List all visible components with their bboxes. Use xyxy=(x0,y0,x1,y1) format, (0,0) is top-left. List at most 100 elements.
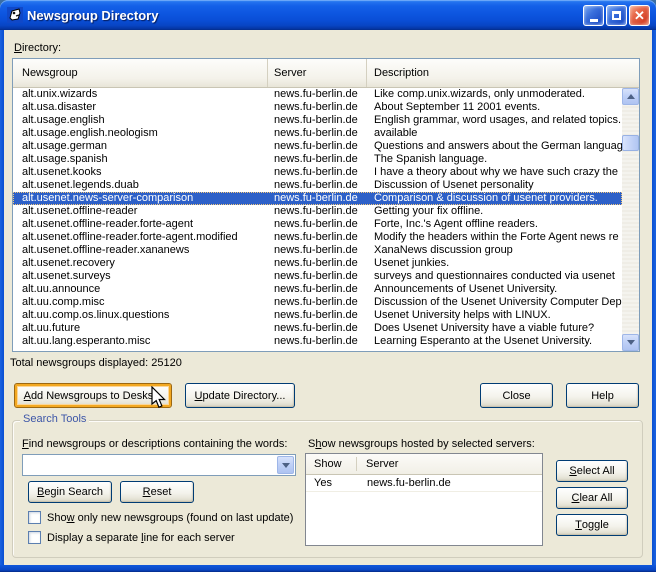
clear-all-button[interactable]: Clear All xyxy=(556,487,628,509)
column-header-description[interactable]: Description xyxy=(367,59,639,87)
newsgroup-directory-window: Newsgroup Directory ✕ Directory: Newsgro… xyxy=(0,0,656,572)
cell-server: news.fu-berlin.de xyxy=(274,101,358,113)
server-row[interactable]: Yes news.fu-berlin.de xyxy=(306,475,542,492)
column-header-show[interactable]: Show xyxy=(306,458,356,470)
cell-server: news.fu-berlin.de xyxy=(274,270,358,282)
find-words-combobox[interactable] xyxy=(22,454,296,476)
cell-newsgroup: alt.usage.english xyxy=(22,114,105,126)
table-row[interactable]: alt.usenet.offline-reader.forte-agent ne… xyxy=(13,218,622,231)
cell-server: news.fu-berlin.de xyxy=(274,257,358,269)
app-icon xyxy=(7,7,23,23)
cell-description: surveys and questionnaires conducted via… xyxy=(374,270,615,282)
minimize-icon xyxy=(589,18,598,22)
cell-newsgroup: alt.uu.announce xyxy=(22,283,101,295)
table-row[interactable]: alt.usage.english.neologism news.fu-berl… xyxy=(13,127,622,140)
table-row[interactable]: alt.usenet.offline-reader news.fu-berlin… xyxy=(13,205,622,218)
window-border-left xyxy=(0,30,4,572)
table-row[interactable]: alt.usage.german news.fu-berlin.de Quest… xyxy=(13,140,622,153)
total-newsgroups-label: Total newsgroups displayed: 25120 xyxy=(10,357,182,369)
cell-newsgroup: alt.usage.english.neologism xyxy=(22,127,158,139)
cell-server: news.fu-berlin.de xyxy=(274,218,358,230)
cell-description: XanaNews discussion group xyxy=(374,244,513,256)
scroll-up-button[interactable] xyxy=(622,88,639,105)
table-row[interactable]: alt.usenet.surveys news.fu-berlin.de sur… xyxy=(13,270,622,283)
table-row[interactable]: alt.usenet.offline-reader.forte-agent.mo… xyxy=(13,231,622,244)
scrollbar-thumb[interactable] xyxy=(622,135,639,151)
cell-newsgroup: alt.uu.future xyxy=(22,322,81,334)
table-row[interactable]: alt.usenet.offline-reader.xananews news.… xyxy=(13,244,622,257)
cell-server: news.fu-berlin.de xyxy=(274,166,358,178)
table-row[interactable]: alt.usenet.news-server-comparison news.f… xyxy=(13,192,622,205)
close-icon: ✕ xyxy=(634,8,645,23)
begin-search-button[interactable]: Begin Search xyxy=(28,481,112,503)
cell-server: news.fu-berlin.de xyxy=(274,231,358,243)
cell-newsgroup: alt.usenet.legends.duab xyxy=(22,179,139,191)
cell-description: Does Usenet University have a viable fut… xyxy=(374,322,595,334)
select-all-button[interactable]: Select All xyxy=(556,460,628,482)
cell-description: Comparison & discussion of usenet provid… xyxy=(374,192,598,204)
scroll-down-button[interactable] xyxy=(622,334,639,351)
cell-newsgroup: alt.uu.comp.misc xyxy=(22,296,105,308)
help-button[interactable]: Help xyxy=(566,383,639,408)
cell-server-name: news.fu-berlin.de xyxy=(367,477,451,489)
window-border-right xyxy=(652,30,656,572)
minimize-button[interactable] xyxy=(583,5,604,26)
reset-button[interactable]: Reset xyxy=(120,481,194,503)
table-row[interactable]: alt.usage.english news.fu-berlin.de Engl… xyxy=(13,114,622,127)
table-row[interactable]: alt.usenet.kooks news.fu-berlin.de I hav… xyxy=(13,166,622,179)
table-row[interactable]: alt.usenet.recovery news.fu-berlin.de Us… xyxy=(13,257,622,270)
directory-label: Directory: xyxy=(14,42,62,54)
column-header-newsgroup[interactable]: Newsgroup xyxy=(13,59,268,87)
toggle-button[interactable]: Toggle xyxy=(556,514,628,536)
cell-server: news.fu-berlin.de xyxy=(274,296,358,308)
close-button[interactable]: Close xyxy=(480,383,553,408)
cell-server: news.fu-berlin.de xyxy=(274,205,358,217)
cell-newsgroup: alt.uu.comp.os.linux.questions xyxy=(22,309,170,321)
table-row[interactable]: alt.uu.lang.esperanto.misc news.fu-berli… xyxy=(13,335,622,348)
cell-server: news.fu-berlin.de xyxy=(274,322,358,334)
table-row[interactable]: alt.usage.spanish news.fu-berlin.de The … xyxy=(13,153,622,166)
cell-server: news.fu-berlin.de xyxy=(274,192,358,204)
table-row[interactable]: alt.usa.disaster news.fu-berlin.de About… xyxy=(13,101,622,114)
table-row[interactable]: alt.uu.comp.misc news.fu-berlin.de Discu… xyxy=(13,296,622,309)
scroll-down-icon xyxy=(626,340,635,345)
table-row[interactable]: alt.uu.comp.os.linux.questions news.fu-b… xyxy=(13,309,622,322)
server-list-body: Yes news.fu-berlin.de xyxy=(306,475,542,492)
chevron-down-icon xyxy=(281,462,290,468)
cell-server: news.fu-berlin.de xyxy=(274,88,358,100)
cell-description: Like comp.unix.wizards, only unmoderated… xyxy=(374,88,585,100)
table-row[interactable]: alt.usenet.legends.duab news.fu-berlin.d… xyxy=(13,179,622,192)
window-controls: ✕ xyxy=(583,5,650,26)
cell-description: Usenet University helps with LINUX. xyxy=(374,309,551,321)
hosted-servers-label: Show newsgroups hosted by selected serve… xyxy=(308,438,535,450)
combobox-dropdown-button[interactable] xyxy=(277,456,294,474)
cell-server: news.fu-berlin.de xyxy=(274,244,358,256)
cell-newsgroup: alt.usage.spanish xyxy=(22,153,108,165)
show-only-new-checkbox[interactable] xyxy=(28,511,41,524)
titlebar[interactable]: Newsgroup Directory ✕ xyxy=(0,0,656,30)
maximize-icon xyxy=(612,11,621,20)
separate-line-checkbox[interactable] xyxy=(28,531,41,544)
search-tools-caption: Search Tools xyxy=(20,413,90,425)
cell-description: Discussion of the Usenet University Comp… xyxy=(374,296,622,308)
maximize-button[interactable] xyxy=(606,5,627,26)
cell-server: news.fu-berlin.de xyxy=(274,335,358,347)
vertical-scrollbar[interactable] xyxy=(622,88,639,351)
directory-list: Newsgroup Server Description alt.unix.wi… xyxy=(12,58,640,352)
update-directory-button[interactable]: Update Directory... xyxy=(185,383,295,408)
column-header-server2[interactable]: Server xyxy=(357,458,542,470)
column-header-server[interactable]: Server xyxy=(268,59,367,87)
cell-newsgroup: alt.usenet.news-server-comparison xyxy=(22,192,194,204)
cell-description: Announcements of Usenet University. xyxy=(374,283,558,295)
cell-description: Modify the headers within the Forte Agen… xyxy=(374,231,619,243)
cell-description: Forte, Inc.'s Agent offline readers. xyxy=(374,218,538,230)
cell-server: news.fu-berlin.de xyxy=(274,179,358,191)
add-newsgroups-button[interactable]: Add Newsgroups to Desks... xyxy=(14,383,172,408)
table-row[interactable]: alt.unix.wizards news.fu-berlin.de Like … xyxy=(13,88,622,101)
cell-server: news.fu-berlin.de xyxy=(274,283,358,295)
table-row[interactable]: alt.uu.announce news.fu-berlin.de Announ… xyxy=(13,283,622,296)
close-window-button[interactable]: ✕ xyxy=(629,5,650,26)
cell-description: English grammar, word usages, and relate… xyxy=(374,114,622,126)
cell-description: Usenet junkies. xyxy=(374,257,450,269)
table-row[interactable]: alt.uu.future news.fu-berlin.de Does Use… xyxy=(13,322,622,335)
